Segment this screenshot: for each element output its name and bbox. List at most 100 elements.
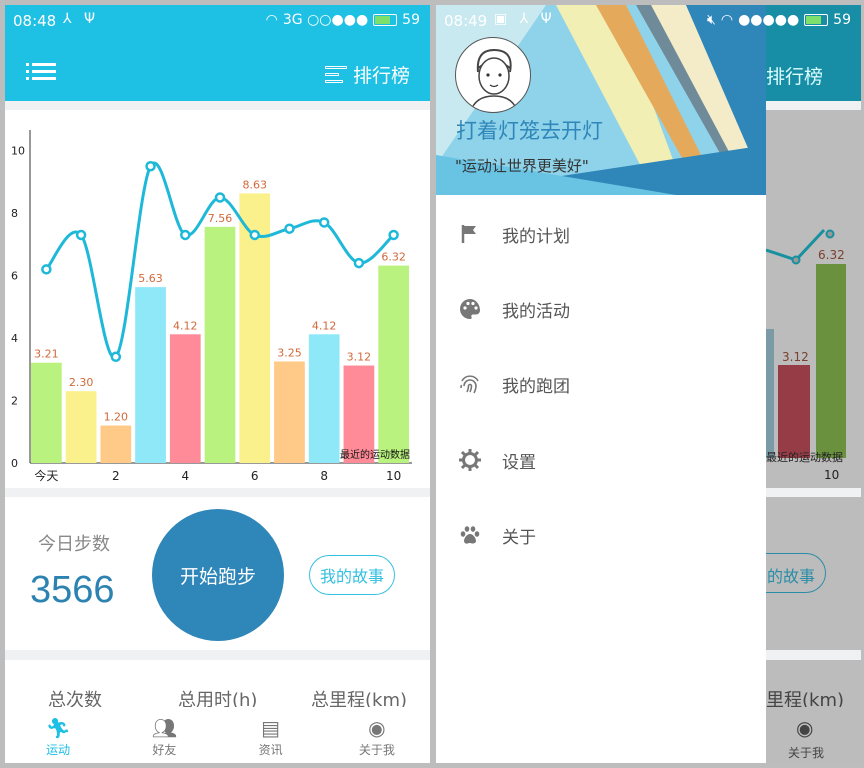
fingerprint-icon — [460, 375, 479, 394]
bar-value-label: 1.20 — [104, 411, 129, 424]
notification-icons: ⅄ Ψ — [63, 11, 100, 27]
menu-item-activity[interactable]: 我的活动 — [436, 279, 766, 339]
dimmed-today-card: 的故事 — [736, 497, 861, 650]
ranking-icon — [324, 64, 347, 86]
x-tick-label: 10 — [386, 469, 401, 483]
menu-item-team-label: 我的跑团 — [502, 376, 570, 397]
status-time: 08:48 — [13, 12, 57, 30]
y-tick-label: 8 — [11, 207, 18, 220]
nav-sport-label: 运动 — [46, 743, 71, 757]
bottom-nav: 🏃︎ 运动 👥︎ 好友 ▤ 资讯 ◉ 关于我 — [5, 707, 430, 763]
network-signal: 3G ○○●●● — [282, 12, 369, 28]
chart-bar — [169, 334, 201, 463]
chart-bar — [378, 265, 409, 463]
x-tick-label: 4 — [181, 469, 189, 483]
y-tick-label: 4 — [11, 332, 18, 345]
wifi-icon: ◠ — [265, 12, 278, 28]
profile-icon: ◉ — [368, 716, 386, 740]
chart-bar — [135, 287, 166, 463]
today-steps-value: 3566 — [30, 569, 115, 611]
menu-item-about[interactable]: 关于 — [436, 505, 766, 565]
bar-value-label: 5.63 — [138, 272, 163, 285]
chart-bar — [31, 362, 62, 463]
line-point — [388, 229, 399, 241]
ranking-label: 排行榜 — [352, 65, 410, 87]
line-point — [75, 229, 87, 241]
running-icon: 🏃︎ — [45, 716, 71, 740]
dimmed-bar-label-b: 6.32 — [818, 248, 845, 262]
avatar-image — [469, 48, 519, 112]
chart-bar — [343, 365, 375, 463]
dimmed-chart: 6.32 3.12 最近的运动数据 10 — [765, 110, 861, 488]
dimmed-tick-label: 10 — [824, 468, 840, 482]
dimmed-bar-label-a: 3.12 — [782, 350, 809, 364]
news-icon: ▤ — [261, 716, 281, 740]
main-screen: 08:48 ⅄ Ψ ◠ 3G ○○●●● 59 排行榜 0 2 4 6 8 10 3.21 2… — [5, 5, 430, 763]
line-point — [214, 192, 226, 203]
dimmed-nav-label: 关于我 — [788, 746, 825, 760]
y-tick-label: 2 — [11, 395, 18, 408]
palette-icon — [460, 299, 480, 319]
menu-item-settings-label: 设置 — [502, 452, 536, 473]
paw-icon — [460, 526, 480, 544]
app-bar: 08:48 ⅄ Ψ ◠ 3G ○○●●● 59 排行榜 — [5, 5, 430, 101]
line-point — [41, 264, 52, 275]
bar-value-label: 6.32 — [381, 251, 406, 264]
x-tick-label: 今天 — [34, 468, 58, 483]
menu-item-plan-label: 我的计划 — [502, 226, 570, 247]
menu-item-settings[interactable]: 设置 — [436, 430, 766, 490]
my-story-button[interactable]: 我的故事 — [309, 555, 395, 595]
drawer-screen: 排行榜 6.32 3.12 最近的运动数据 10 的故事 里程(km) ◉ 关于… — [436, 5, 861, 763]
battery-level: 59 — [402, 12, 420, 28]
nav-friends-label: 好友 — [152, 743, 177, 757]
nav-friends[interactable]: 👥︎ 好友 — [111, 707, 217, 763]
line-point — [180, 229, 191, 241]
chart-card: 0 2 4 6 8 10 3.21 2.30 1.20 5.63 4.12 7.56 8.63 3.25 4… — [5, 110, 430, 488]
bar-value-label: 7.56 — [208, 212, 233, 225]
y-tick-label: 0 — [11, 457, 18, 470]
bar-value-label: 3.25 — [277, 346, 302, 359]
start-run-button[interactable]: 开始跑步 — [152, 509, 284, 641]
dimmed-app-bar: 排行榜 — [766, 5, 861, 101]
dimmed-nav: ◉ 关于我 — [766, 707, 861, 763]
today-steps-label: 今日步数 — [38, 534, 110, 555]
line-point — [145, 160, 156, 172]
settings-icon — [459, 449, 481, 471]
line-point — [284, 223, 295, 234]
status-right: ◠ 3G ○○●●● 59 — [266, 12, 420, 28]
menu-icon[interactable] — [26, 63, 57, 83]
avatar[interactable] — [455, 37, 531, 113]
menu-item-activity-label: 我的活动 — [502, 301, 570, 322]
nav-about-me[interactable]: ◉ 关于我 — [324, 707, 430, 763]
status-bar: 08:48 ⅄ Ψ ◠ 3G ○○●●● 59 — [5, 5, 430, 37]
menu-item-about-label: 关于 — [502, 527, 536, 548]
dimmed-chart-annotation: 最近的运动数据 — [766, 451, 843, 464]
menu-item-team[interactable]: 我的跑团 — [436, 354, 766, 414]
drawer-header: 08:49 ▣ ⅄ Ψ 打着灯笼去开灯 "运动让世界更美好" — [436, 5, 766, 195]
chart-bar — [308, 334, 340, 463]
bar-value-label: 4.12 — [173, 319, 198, 332]
bar-value-label: 8.63 — [242, 178, 267, 191]
y-tick-label: 6 — [11, 270, 18, 283]
menu-item-plan[interactable]: 我的计划 — [436, 204, 766, 264]
y-tick-label: 10 — [11, 145, 25, 158]
line-point — [110, 351, 122, 363]
chart-annotation: 最近的运动数据 — [340, 448, 410, 461]
activity-chart: 0 2 4 6 8 10 3.21 2.30 1.20 5.63 4.12 7.56 8.63 3.25 4… — [11, 130, 412, 483]
flag-icon — [461, 225, 476, 243]
chart-bar — [100, 425, 132, 463]
chart-bar — [274, 361, 305, 463]
nav-sport[interactable]: 🏃︎ 运动 — [5, 707, 111, 763]
nav-about-me-label: 关于我 — [358, 743, 395, 757]
dimmed-chart-svg — [765, 228, 846, 458]
bar-value-label: 4.12 — [312, 319, 337, 332]
friends-icon: 👥︎ — [151, 716, 178, 740]
navigation-drawer: 08:49 ▣ ⅄ Ψ 打着灯笼去开灯 "运动让世界更美好" 我的计划 我的活动… — [436, 5, 766, 763]
profile-name: 打着灯笼去开灯 — [456, 119, 603, 143]
dimmed-main-content[interactable]: 排行榜 6.32 3.12 最近的运动数据 10 的故事 里程(km) ◉ 关于… — [736, 5, 861, 763]
nav-news[interactable]: ▤ 资讯 — [218, 707, 324, 763]
ranking-button[interactable]: 排行榜 — [324, 61, 410, 88]
today-card: 今日步数 3566 开始跑步 我的故事 — [5, 497, 430, 650]
x-tick-label: 8 — [320, 469, 328, 483]
bar-value-label: 3.21 — [34, 348, 59, 361]
